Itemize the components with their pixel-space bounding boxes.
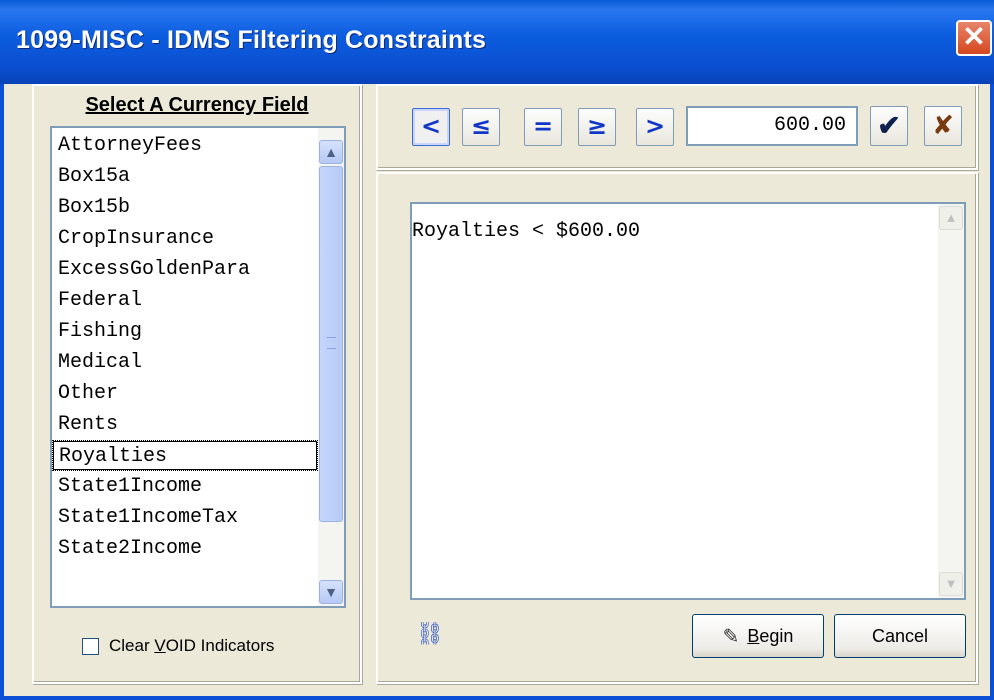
- clear-void-checkbox[interactable]: [82, 637, 99, 655]
- expression-panel: Royalties < $600.00 ▲ ▼ ⛓ ✎ Begin Cancel: [376, 172, 978, 684]
- list-item[interactable]: CropInsurance: [52, 223, 318, 254]
- clear-void-row[interactable]: Clear VOID Indicators: [82, 634, 274, 658]
- expression-text: Royalties < $600.00: [412, 220, 641, 243]
- list-item[interactable]: ExcessGoldenPara: [52, 254, 318, 285]
- currency-field-panel: Select A Currency Field AttorneyFees Box…: [32, 84, 362, 684]
- list-items: AttorneyFees Box15a Box15b CropInsurance…: [52, 130, 318, 564]
- list-item[interactable]: Box15b: [52, 192, 318, 223]
- pencil-check-icon: ✎: [722, 624, 740, 648]
- scroll-thumb[interactable]: [319, 166, 343, 522]
- clear-void-label: Clear VOID Indicators: [109, 636, 275, 655]
- title-bar: 1099-MISC - IDMS Filtering Constraints ✕: [0, 0, 994, 84]
- dialog-window: 1099-MISC - IDMS Filtering Constraints ✕…: [0, 0, 994, 700]
- window-title: 1099-MISC - IDMS Filtering Constraints: [16, 26, 487, 54]
- equal-button[interactable]: =: [524, 108, 562, 146]
- list-item[interactable]: State1Income: [52, 471, 318, 502]
- scroll-down-icon[interactable]: ▼: [319, 580, 343, 604]
- list-item[interactable]: Other: [52, 378, 318, 409]
- list-item-selected[interactable]: Royalties: [52, 440, 318, 471]
- expression-textarea[interactable]: Royalties < $600.00 ▲ ▼: [410, 202, 966, 600]
- currency-field-list[interactable]: AttorneyFees Box15a Box15b CropInsurance…: [50, 126, 346, 608]
- close-button[interactable]: ✕: [956, 20, 992, 56]
- operator-toolbar: < ≤ = ≥ > 600.00 ✔ ✘: [376, 84, 978, 170]
- list-item[interactable]: Rents: [52, 409, 318, 440]
- value-input[interactable]: 600.00: [686, 106, 858, 146]
- begin-button[interactable]: ✎ Begin: [692, 614, 824, 658]
- scroll-up-icon[interactable]: ▲: [319, 140, 343, 164]
- cancel-button[interactable]: Cancel: [834, 614, 966, 658]
- list-item[interactable]: Medical: [52, 347, 318, 378]
- list-item[interactable]: Fishing: [52, 316, 318, 347]
- list-scrollbar[interactable]: ▲ ▼: [318, 128, 344, 606]
- panel-heading: Select A Currency Field: [85, 94, 309, 116]
- less-equal-button[interactable]: ≤: [462, 108, 500, 146]
- list-item[interactable]: State1IncomeTax: [52, 502, 318, 533]
- greater-equal-button[interactable]: ≥: [578, 108, 616, 146]
- list-item[interactable]: AttorneyFees: [52, 130, 318, 161]
- confirm-checkmark-button[interactable]: ✔: [870, 106, 908, 146]
- list-item[interactable]: State2Income: [52, 533, 318, 564]
- link-icon[interactable]: ⛓: [416, 622, 444, 648]
- scroll-down-icon[interactable]: ▼: [939, 572, 963, 596]
- scroll-up-icon[interactable]: ▲: [939, 206, 963, 230]
- list-item[interactable]: Federal: [52, 285, 318, 316]
- clear-x-button[interactable]: ✘: [924, 106, 962, 146]
- begin-label: Begin: [747, 625, 794, 646]
- list-item[interactable]: Box15a: [52, 161, 318, 192]
- less-than-button[interactable]: <: [412, 108, 450, 146]
- expression-scrollbar[interactable]: ▲ ▼: [938, 204, 964, 598]
- greater-than-button[interactable]: >: [636, 108, 674, 146]
